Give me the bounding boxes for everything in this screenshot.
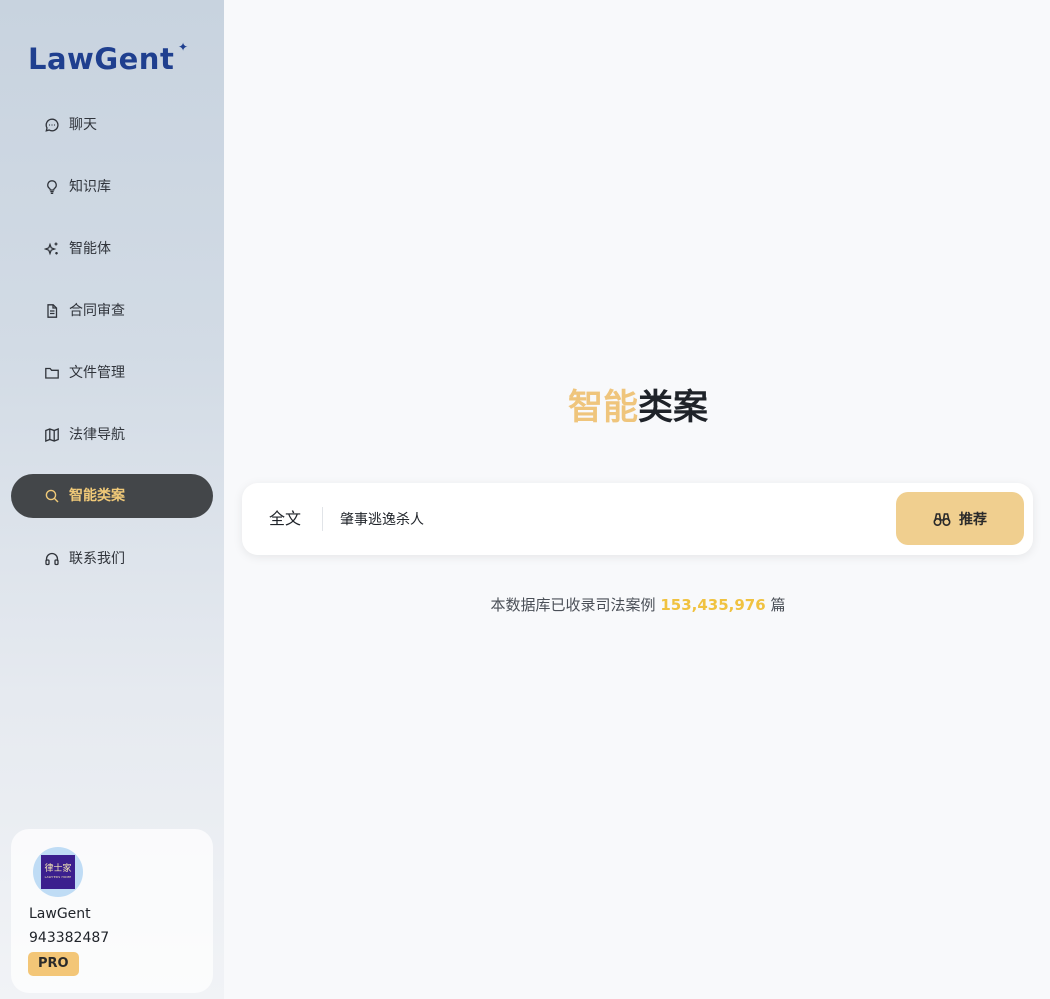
profile-card[interactable]: 律士家 LAWYERS HOME LawGent 943382487 PRO [11, 829, 213, 993]
folder-icon [45, 367, 59, 379]
sidebar-item-label: 合同审查 [69, 303, 125, 319]
sidebar-item-label: 聊天 [69, 117, 97, 133]
sidebar-item-label: 联系我们 [69, 551, 125, 567]
pro-badge: PRO [28, 952, 79, 976]
avatar[interactable]: 律士家 LAWYERS HOME [33, 847, 83, 897]
search-input[interactable] [340, 505, 880, 533]
chat-bubble-icon [45, 118, 59, 132]
headset-icon [45, 552, 59, 566]
sidebar-item-contract-review[interactable]: 合同审查 [11, 289, 213, 333]
binoculars-icon [933, 512, 951, 526]
sidebar-item-label: 知识库 [69, 179, 111, 195]
sidebar-item-chat[interactable]: 聊天 [11, 103, 213, 147]
search-scope-select[interactable]: 全文 [269, 507, 301, 531]
search-divider [322, 507, 323, 531]
search-icon [45, 489, 59, 503]
avatar-logo-text: 律士家 [44, 864, 72, 874]
profile-name: LawGent [29, 906, 91, 922]
sidebar-item-label: 文件管理 [69, 365, 125, 381]
sidebar-item-label: 智能类案 [69, 488, 125, 504]
logo-sparkle-icon: ✦ [178, 40, 189, 54]
recommend-button-label: 推荐 [959, 511, 987, 528]
lightbulb-icon [47, 180, 57, 194]
sidebar: LawGent ✦ 聊天 知识库 智能体 合同审查 文件管理 法律导航 智能类案… [0, 0, 224, 999]
page-title-highlight: 智能 [567, 388, 638, 428]
page-title: 智能类案 [0, 385, 1050, 431]
sparkle-icon [44, 242, 58, 256]
avatar-logo-subtext: LAWYERS HOME [44, 875, 72, 879]
page-title-rest: 类案 [638, 388, 709, 428]
search-bar: 全文 推荐 [242, 483, 1033, 555]
sidebar-item-knowledge-base[interactable]: 知识库 [11, 165, 213, 209]
document-icon [47, 304, 58, 318]
sidebar-item-agents[interactable]: 智能体 [11, 227, 213, 271]
logo[interactable]: LawGent [28, 42, 174, 76]
profile-id: 943382487 [29, 930, 110, 946]
case-count-prefix: 本数据库已收录司法案例 [490, 596, 656, 614]
case-count-suffix: 篇 [770, 596, 786, 614]
recommend-button[interactable]: 推荐 [896, 492, 1024, 545]
sidebar-item-contact-us[interactable]: 联系我们 [11, 537, 213, 581]
case-count-text: 本数据库已收录司法案例 153,435,976 篇 [0, 594, 1050, 616]
sidebar-item-label: 智能体 [69, 241, 111, 257]
avatar-logo: 律士家 LAWYERS HOME [41, 855, 75, 889]
sidebar-item-smart-case[interactable]: 智能类案 [11, 474, 213, 518]
app-root: LawGent ✦ 聊天 知识库 智能体 合同审查 文件管理 法律导航 智能类案… [0, 0, 1050, 999]
case-count-number: 153,435,976 [660, 596, 766, 614]
